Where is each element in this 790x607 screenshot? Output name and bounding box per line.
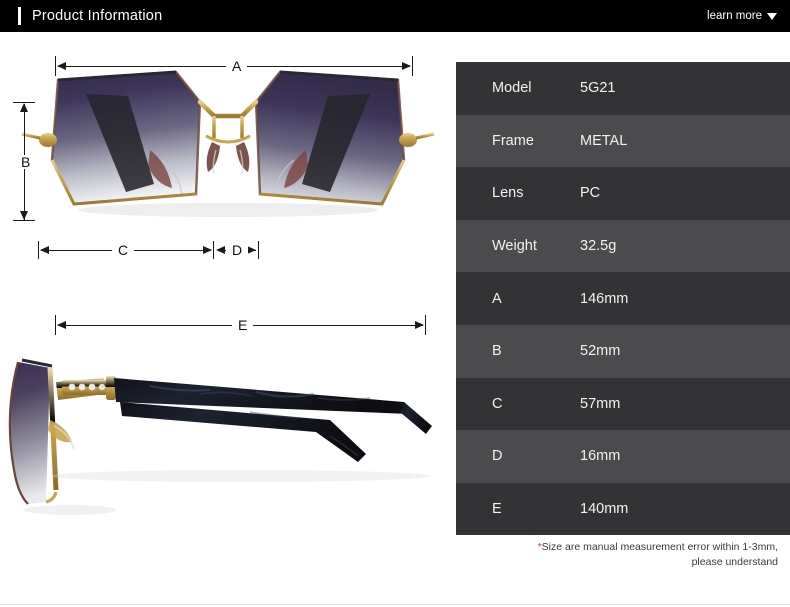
spec-key: B <box>492 343 502 360</box>
spec-key: Model <box>492 80 532 97</box>
sunglasses-side-view <box>8 358 432 515</box>
dimension-d-tick-right <box>258 241 259 259</box>
dimension-d-arrow-right <box>247 245 256 254</box>
dimension-a-arrow-right <box>402 61 411 70</box>
spec-key: Frame <box>492 132 534 149</box>
dimension-a-tick-right <box>412 56 413 76</box>
spec-key: A <box>492 290 502 307</box>
spec-value: 32.5g <box>580 238 617 255</box>
dimension-b-tick-bottom <box>13 220 35 221</box>
table-row: C 57mm <box>456 377 790 431</box>
measurement-disclaimer: *Size are manual measurement error withi… <box>456 540 790 570</box>
table-row: Weight 32.5g <box>456 219 790 273</box>
table-row: Model 5G21 <box>456 62 790 115</box>
dimension-e-arrow-right <box>415 320 424 329</box>
dimension-e-tick-left <box>55 315 56 335</box>
page-title: Product Information <box>32 8 163 24</box>
spec-table: Model 5G21 Frame METAL Lens PC Weight 32… <box>456 62 790 536</box>
spec-key: D <box>492 448 503 465</box>
dimension-b-label: B <box>15 155 37 169</box>
dimension-c-arrow-left <box>40 245 49 254</box>
dimension-c-tick-left <box>38 241 39 259</box>
dimension-e-tick-right <box>425 315 426 335</box>
spec-value: METAL <box>580 132 628 149</box>
table-row: A 146mm <box>456 272 790 325</box>
spec-value: 146mm <box>580 290 629 307</box>
dimension-a-arrow-left <box>57 61 66 70</box>
table-row: Frame METAL <box>456 114 790 168</box>
disclaimer-line-1: Size are manual measurement error within… <box>541 541 778 553</box>
spec-key: Weight <box>492 238 537 255</box>
dimension-e-label: E <box>232 318 254 332</box>
dimension-c-label: C <box>112 243 135 257</box>
dimension-d-label: D <box>226 243 249 257</box>
dimension-b-arrow-down <box>19 211 28 220</box>
spec-key: E <box>492 501 502 518</box>
spec-value: 16mm <box>580 448 621 465</box>
spec-value: 52mm <box>580 343 621 360</box>
spec-key: C <box>492 395 503 412</box>
chevron-down-icon <box>767 12 777 20</box>
dimension-c-tick-right <box>213 241 214 259</box>
page-header: Product Information learn more <box>0 0 790 32</box>
dimension-b-arrow-up <box>19 103 28 112</box>
table-row: Lens PC <box>456 167 790 220</box>
table-row: E 140mm <box>456 482 790 536</box>
header-accent-bar <box>18 7 21 25</box>
learn-more-button[interactable]: learn more <box>707 10 777 22</box>
table-row: D 16mm <box>456 430 790 483</box>
bottom-divider <box>0 604 790 605</box>
spec-value: 5G21 <box>580 80 616 97</box>
dimension-a-tick-left <box>55 56 56 76</box>
learn-more-label: learn more <box>707 10 762 22</box>
product-image-column: A B C D E <box>0 32 456 607</box>
spec-value: PC <box>580 185 601 202</box>
dimension-a-label: A <box>226 59 248 73</box>
spec-key: Lens <box>492 185 524 202</box>
spec-value: 140mm <box>580 501 629 518</box>
spec-value: 57mm <box>580 395 621 412</box>
table-row: B 52mm <box>456 324 790 378</box>
dimension-d-arrow-left <box>216 245 225 254</box>
disclaimer-line-2: please understand <box>691 556 778 568</box>
dimension-c-arrow-right <box>203 245 212 254</box>
dimension-e-arrow-left <box>57 320 66 329</box>
